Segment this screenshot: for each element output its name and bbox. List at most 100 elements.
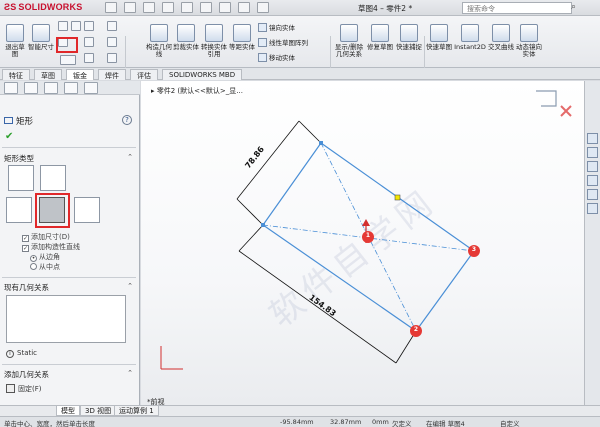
- status-hint: 单击中心、宽度，然后单击长度: [4, 420, 95, 427]
- tab-mbd[interactable]: SOLIDWORKS MBD: [162, 69, 243, 80]
- from-midpoint-radio[interactable]: 从中点: [30, 262, 60, 272]
- select-icon[interactable]: [219, 2, 231, 13]
- sketch-vertex[interactable]: [319, 141, 323, 145]
- 3pt-corner-rectangle-button[interactable]: [6, 197, 32, 223]
- custom-properties-icon[interactable]: [587, 203, 598, 214]
- home-icon[interactable]: [105, 2, 117, 13]
- convert-entities-button[interactable]: 转换实体引用: [200, 24, 228, 58]
- selected-type-highlight: [35, 193, 70, 228]
- panel-title: 矩形: [4, 115, 33, 127]
- move-entities-button[interactable]: 移动实体: [258, 52, 295, 62]
- property-manager: 矩形 ? ✔ 矩形类型 ⌃ ✓ 添加尺寸(D) ✓ 添加构造性直线 • 从边角 从中点…: [0, 81, 140, 415]
- status-bar: 单击中心、宽度，然后单击长度 -95.84mm 32.87mm 0mm 欠定义 …: [0, 416, 600, 427]
- center-rectangle-button[interactable]: [40, 165, 66, 191]
- feature-tree-icon[interactable]: [4, 82, 18, 94]
- midpoint-marker[interactable]: [394, 194, 401, 201]
- help-icon[interactable]: ?: [122, 115, 132, 125]
- arc-tool-icon[interactable]: [71, 21, 81, 31]
- offset-entities-button[interactable]: 等距实体: [229, 24, 255, 51]
- title-bar: ƧS SOLIDWORKS 草图4 – 零件2 * 搜索命令 ⌕: [0, 0, 600, 16]
- smart-dimension-icon: [32, 24, 50, 42]
- mirror-entities-button[interactable]: 镜向实体: [258, 22, 295, 32]
- corner-rectangle-button[interactable]: [8, 165, 34, 191]
- tab-model[interactable]: 模型: [56, 406, 80, 416]
- exit-sketch-button[interactable]: 退出草图: [3, 24, 27, 58]
- view-cube-icon[interactable]: [536, 90, 557, 107]
- property-manager-icon[interactable]: [24, 82, 38, 94]
- tab-weldments[interactable]: 焊件: [98, 69, 126, 80]
- add-dims-checkbox[interactable]: ✓ 添加尺寸(D): [22, 232, 70, 242]
- relations-list[interactable]: [6, 295, 126, 343]
- fix-relation-button[interactable]: 固定(F): [6, 384, 42, 394]
- ok-check-icon[interactable]: ✔: [5, 131, 13, 142]
- print-icon[interactable]: [181, 2, 193, 13]
- sketch-canvas[interactable]: [141, 81, 584, 415]
- search-input[interactable]: 搜索命令: [462, 2, 572, 14]
- close-icon[interactable]: [560, 105, 572, 117]
- linear-pattern-button[interactable]: 线性草图阵列: [258, 37, 308, 47]
- rapid-sketch-icon: [430, 24, 448, 42]
- rectangle-icon: [4, 117, 13, 124]
- new-file-icon[interactable]: [124, 2, 136, 13]
- rectangle-tool-icon[interactable]: [60, 55, 76, 65]
- from-corners-radio[interactable]: • 从边角: [30, 252, 60, 262]
- smart-dimension-button[interactable]: 智能尺寸: [28, 24, 54, 51]
- open-file-icon[interactable]: [143, 2, 155, 13]
- dimxpert-icon[interactable]: [64, 82, 78, 94]
- sketch-vertex[interactable]: [261, 223, 265, 227]
- instant2d-icon: [461, 24, 479, 42]
- status-y: 32.87mm: [330, 418, 362, 426]
- options-icon[interactable]: [257, 2, 269, 13]
- tab-evaluate[interactable]: 评估: [130, 69, 158, 80]
- tab-sketch[interactable]: 草图: [34, 69, 62, 80]
- trim-entities-button[interactable]: 剪裁实体: [173, 24, 199, 51]
- display-relations-button[interactable]: 显示/删除几何关系: [334, 24, 364, 58]
- parallelogram-button[interactable]: [74, 197, 100, 223]
- tab-features[interactable]: 特征: [2, 69, 30, 80]
- quick-snaps-icon: [400, 24, 418, 42]
- rapid-sketch-button[interactable]: 快速草图: [426, 24, 452, 51]
- add-construction-checkbox[interactable]: ✓ 添加构造性直线: [22, 242, 80, 252]
- status-definition: 欠定义: [392, 420, 412, 427]
- collapse-icon[interactable]: ⌃: [127, 282, 133, 290]
- undo-icon[interactable]: [200, 2, 212, 13]
- file-explorer-icon[interactable]: [587, 161, 598, 172]
- polygon-tool-icon[interactable]: [84, 37, 94, 47]
- save-icon[interactable]: [162, 2, 174, 13]
- slot-tool-icon[interactable]: [84, 53, 94, 63]
- status-z: 0mm: [372, 418, 389, 426]
- fix-icon: [6, 384, 15, 393]
- divider: [2, 364, 136, 365]
- tab-sheet-metal[interactable]: 钣金: [66, 69, 94, 80]
- collapse-icon[interactable]: ⌃: [127, 153, 133, 161]
- display-manager-icon[interactable]: [84, 82, 98, 94]
- collapse-icon[interactable]: ⌃: [127, 369, 133, 377]
- rebuild-icon[interactable]: [238, 2, 250, 13]
- search-icon[interactable]: ⌕: [571, 2, 576, 12]
- status-units[interactable]: 自定义: [500, 418, 520, 427]
- panel-toolbar: [0, 81, 140, 95]
- appearances-icon[interactable]: [587, 189, 598, 200]
- dynamic-mirror-button[interactable]: 动态镜向实体: [515, 24, 543, 58]
- instant2d-button[interactable]: Instant2D: [453, 24, 487, 51]
- tab-motion-study[interactable]: 运动算例 1: [114, 406, 159, 416]
- divider: [2, 277, 136, 278]
- tab-3d-views[interactable]: 3D 视图: [80, 406, 117, 416]
- document-title: 草图4 – 零件2 *: [358, 4, 413, 13]
- config-manager-icon[interactable]: [44, 82, 58, 94]
- repair-sketch-button[interactable]: 修复草图: [367, 24, 393, 51]
- point-tool-icon[interactable]: [107, 21, 117, 31]
- quick-snaps-button[interactable]: 快速捕捉: [396, 24, 422, 51]
- graphics-area[interactable]: ▸ 零件2 (默认<<默认>_显... 软件自学网 78.86 154.83 1…: [141, 81, 584, 415]
- sketch-fillet-icon[interactable]: [107, 37, 117, 47]
- construction-geometry-button[interactable]: 构造几何线: [146, 24, 172, 58]
- offset-icon: [233, 24, 251, 42]
- intersection-curve-button[interactable]: 交叉曲线: [488, 24, 514, 51]
- view-palette-icon[interactable]: [587, 175, 598, 186]
- extension-line: [298, 120, 322, 144]
- design-library-icon[interactable]: [587, 147, 598, 158]
- spline-tool-icon[interactable]: [84, 21, 94, 31]
- resources-icon[interactable]: [587, 133, 598, 144]
- text-tool-icon[interactable]: [107, 53, 117, 63]
- line-tool-icon[interactable]: [58, 21, 68, 31]
